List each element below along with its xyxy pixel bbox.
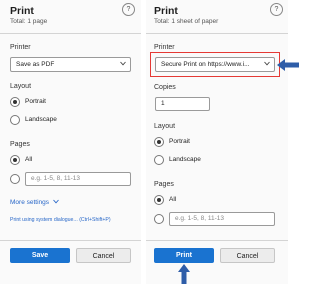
sheet-count: Total: 1 sheet of paper <box>154 18 219 25</box>
divider <box>0 33 141 34</box>
more-settings-label: More settings <box>10 199 50 206</box>
dialog-title: Print <box>154 5 178 17</box>
cancel-button[interactable]: Cancel <box>76 248 131 263</box>
layout-label: Layout <box>10 83 32 90</box>
cancel-button[interactable]: Cancel <box>220 248 275 263</box>
copies-label: Copies <box>154 84 176 91</box>
save-button[interactable]: Save <box>10 248 70 263</box>
portrait-radio[interactable] <box>10 97 20 107</box>
printer-value: Save as PDF <box>16 61 55 68</box>
all-pages-label: All <box>169 196 177 203</box>
highlight-box <box>150 52 280 77</box>
landscape-label: Landscape <box>25 116 57 123</box>
custom-pages-radio[interactable] <box>154 214 164 224</box>
pages-label: Pages <box>10 141 30 148</box>
layout-label: Layout <box>154 123 176 130</box>
printer-label: Printer <box>154 44 175 51</box>
footer-divider <box>0 240 141 241</box>
printer-select[interactable]: Save as PDF <box>10 57 131 72</box>
portrait-label: Portrait <box>25 98 46 105</box>
landscape-radio[interactable] <box>154 155 164 165</box>
divider <box>146 33 288 34</box>
pages-label: Pages <box>154 181 174 188</box>
printer-label: Printer <box>10 44 31 51</box>
pages-input[interactable]: e.g. 1-5, 8, 11-13 <box>169 212 275 226</box>
custom-pages-radio[interactable] <box>10 174 20 184</box>
help-icon[interactable]: ? <box>122 3 135 16</box>
pages-input[interactable]: e.g. 1-5, 8, 11-13 <box>25 172 131 186</box>
landscape-radio[interactable] <box>10 115 20 125</box>
all-pages-label: All <box>25 156 33 163</box>
help-icon[interactable]: ? <box>270 3 283 16</box>
copies-input[interactable]: 1 <box>155 97 210 111</box>
footer-divider <box>146 240 288 241</box>
landscape-label: Landscape <box>169 156 201 163</box>
arrow-left-icon <box>277 59 299 71</box>
system-dialog-link[interactable]: Print using system dialogue... (Ctrl+Shi… <box>10 217 111 223</box>
portrait-label: Portrait <box>169 138 190 145</box>
print-dialog-left: Print Total: 1 page ? Printer Save as PD… <box>0 0 141 284</box>
print-button[interactable]: Print <box>154 248 214 263</box>
arrow-up-icon <box>178 264 190 284</box>
print-dialog-right: Print Total: 1 sheet of paper ? Printer … <box>146 0 288 284</box>
all-pages-radio[interactable] <box>10 155 20 165</box>
portrait-radio[interactable] <box>154 137 164 147</box>
chevron-down-icon <box>53 199 59 204</box>
more-settings-link[interactable]: More settings <box>10 199 59 206</box>
dialog-title: Print <box>10 5 34 17</box>
chevron-down-icon <box>120 61 126 66</box>
page-count: Total: 1 page <box>10 18 48 25</box>
all-pages-radio[interactable] <box>154 195 164 205</box>
